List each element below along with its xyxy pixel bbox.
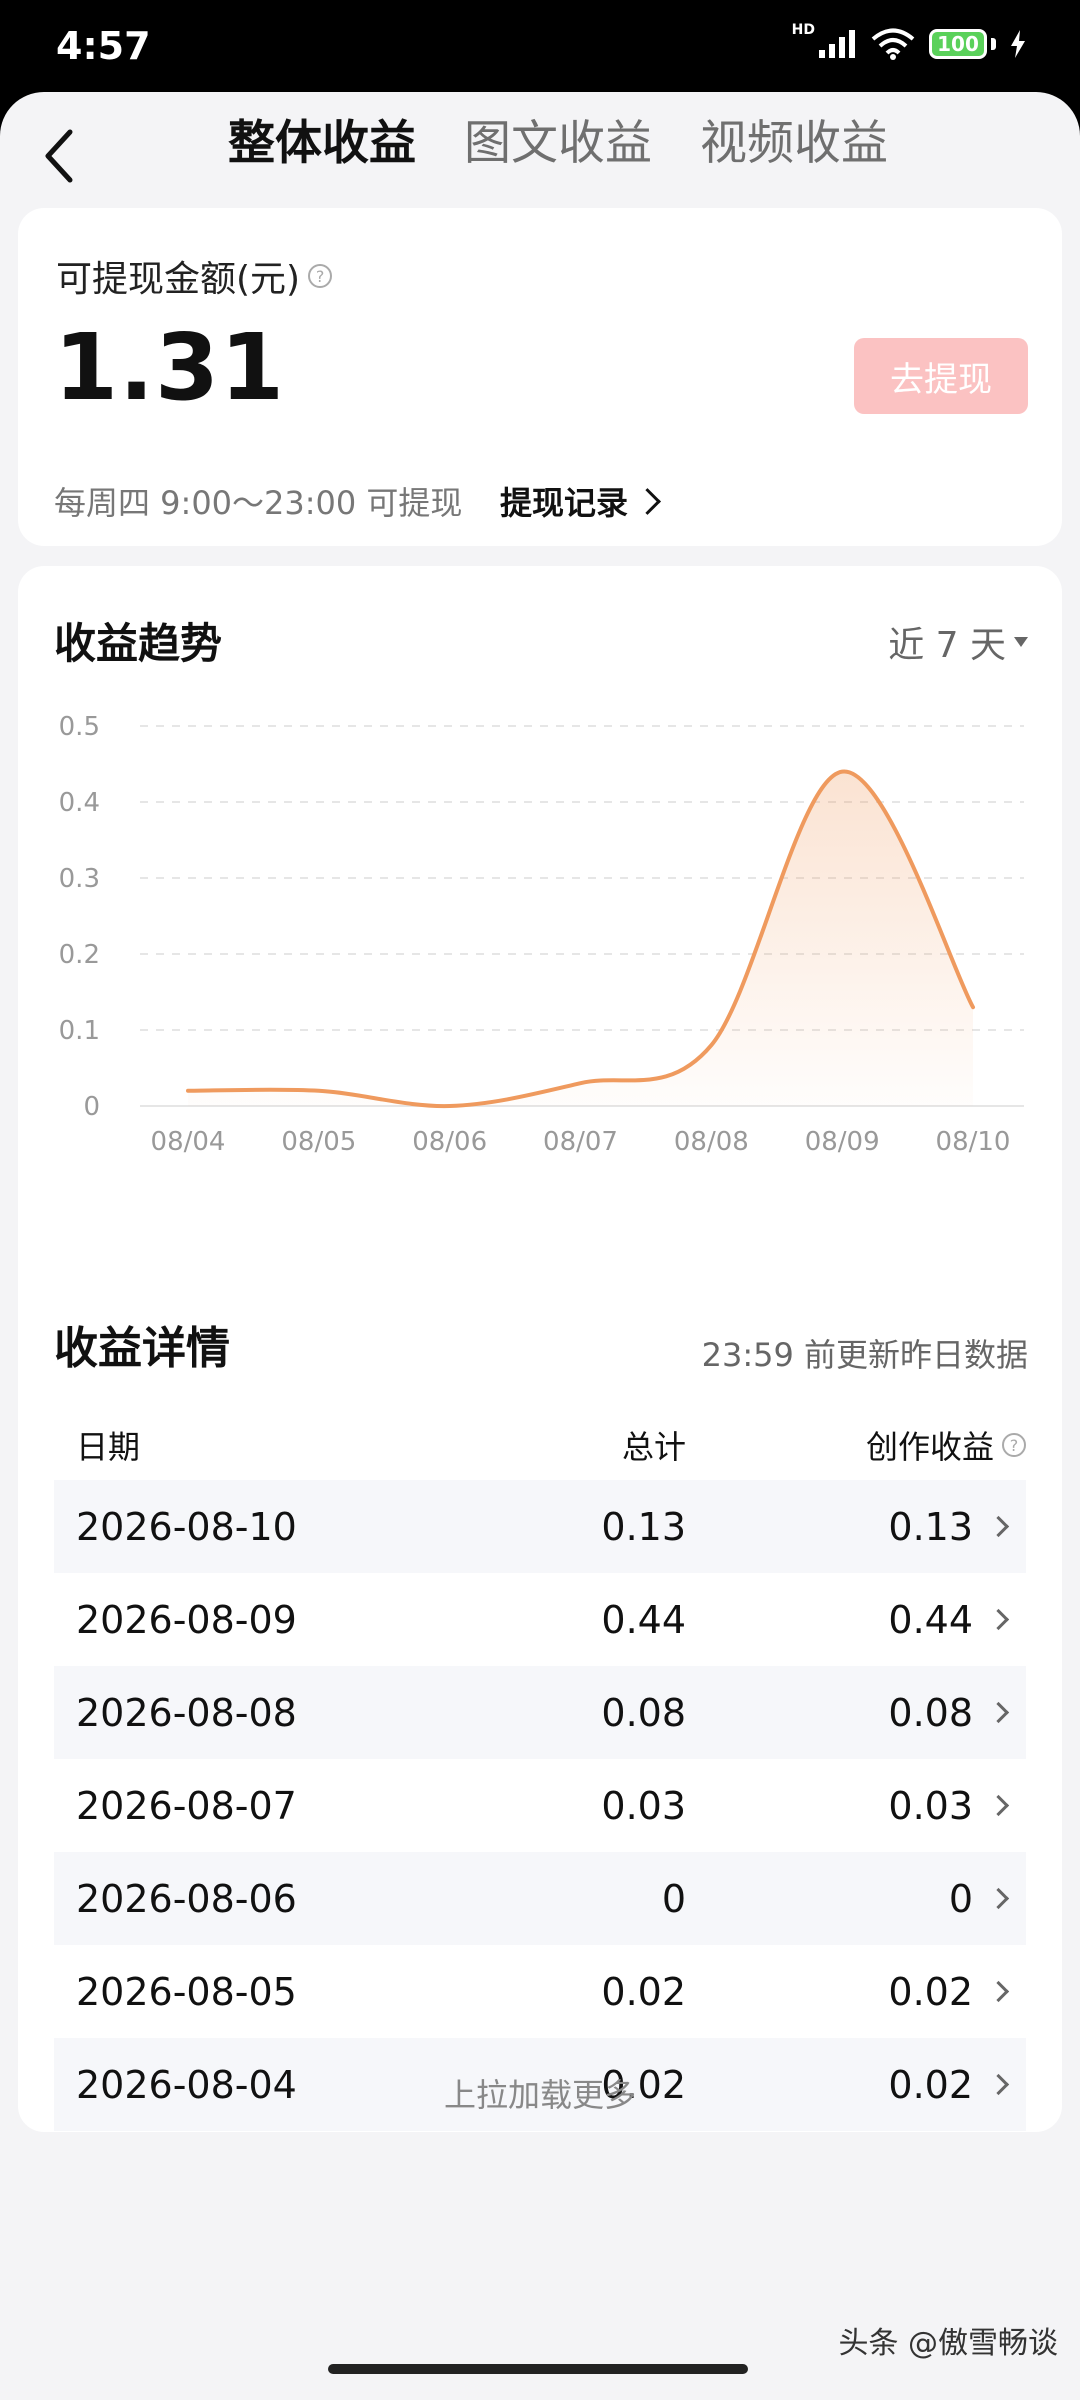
chevron-right-icon — [987, 1794, 1010, 1817]
watermark: 头条 @傲雪畅谈 — [838, 2326, 1058, 2361]
x-tick-label: 08/08 — [674, 1127, 749, 1156]
row-create-value: 0.02 — [888, 1969, 973, 2014]
help-icon[interactable]: ? — [1002, 1433, 1026, 1457]
withdraw-records-link[interactable]: 提现记录 — [500, 478, 661, 524]
row-date: 2026-08-06 — [76, 1876, 297, 1921]
withdraw-button[interactable]: 去提现 — [854, 338, 1028, 414]
x-tick-label: 08/05 — [281, 1127, 356, 1156]
status-time: 4:57 — [56, 24, 151, 68]
table-row[interactable]: 2026-08-05 0.02 0.02 — [54, 1945, 1026, 2038]
row-create: 0.44 — [686, 1598, 1026, 1642]
row-date: 2026-08-05 — [76, 1969, 297, 2014]
tab-article[interactable]: 图文收益 — [464, 104, 652, 173]
x-tick-label: 08/06 — [412, 1127, 487, 1156]
row-create: 0.03 — [686, 1784, 1026, 1828]
table-row[interactable]: 2026-08-09 0.44 0.44 — [54, 1573, 1026, 1666]
row-date: 2026-08-08 — [76, 1690, 297, 1735]
header-create-label: 创作收益 — [865, 1428, 994, 1466]
table-header: 日期 总计 创作收益 ? — [54, 1410, 1026, 1480]
y-tick-label: 0.4 — [59, 788, 100, 818]
row-date: 2026-08-09 — [76, 1597, 297, 1642]
withdraw-label: 可提现金额(元) ? — [56, 250, 333, 302]
header-total: 总计 — [621, 1428, 686, 1466]
withdraw-card: 可提现金额(元) ? 1.31 去提现 每周四 9:00～23:00 可提现 提… — [18, 208, 1062, 546]
battery-cap — [991, 38, 996, 50]
battery-icon: 100 — [929, 29, 987, 59]
table-row[interactable]: 2026-08-07 0.03 0.03 — [54, 1759, 1026, 1852]
row-create-value: 0.44 — [888, 1597, 973, 1642]
row-create: 0.13 — [686, 1505, 1026, 1549]
tab-bar: 整体收益 图文收益 视频收益 — [228, 104, 888, 173]
x-tick-label: 08/09 — [805, 1127, 880, 1156]
withdraw-schedule: 每周四 9:00～23:00 可提现 — [54, 484, 463, 522]
withdraw-amount: 1.31 — [54, 314, 285, 421]
hd-label: HD — [791, 22, 815, 38]
y-tick-label: 0 — [83, 1092, 100, 1122]
table-row[interactable]: 2026-08-06 0 0 — [54, 1852, 1026, 1945]
x-tick-label: 08/07 — [543, 1127, 618, 1156]
chevron-right-icon — [987, 1980, 1010, 2003]
chevron-right-icon — [987, 1515, 1010, 1538]
row-create-value: 0.08 — [888, 1690, 973, 1735]
load-more-hint: 上拉加载更多 — [443, 2076, 636, 2114]
row-total: 0 — [661, 1876, 686, 1921]
chevron-right-icon — [987, 1701, 1010, 1724]
row-total: 0.02 — [601, 1969, 686, 2014]
update-note: 23:59 前更新昨日数据 — [701, 1336, 1028, 1374]
tab-video[interactable]: 视频收益 — [700, 104, 888, 173]
trend-chart: 0 0.1 0.2 0.3 0.4 0.5 08/04 08/05 08/06 08/07 08/0… — [59, 712, 1024, 1156]
y-tick-label: 0.2 — [59, 940, 100, 970]
row-total: 0.13 — [601, 1504, 686, 1549]
back-arrow-icon[interactable] — [36, 120, 96, 190]
x-tick-label: 08/04 — [151, 1127, 226, 1156]
tab-overall[interactable]: 整体收益 — [228, 104, 416, 173]
row-create-value: 0.03 — [888, 1783, 973, 1828]
row-create: 0 — [686, 1877, 1026, 1921]
top-nav: 整体收益 图文收益 视频收益 — [0, 92, 1080, 202]
series-area — [188, 771, 973, 1107]
signal-icon — [819, 30, 855, 58]
status-icons: HD 100 — [792, 22, 1026, 60]
wifi-icon — [871, 28, 915, 60]
details-card: 收益详情 23:59 前更新昨日数据 日期 总计 创作收益 ? 2026-08-… — [18, 1270, 1062, 2132]
row-date: 2026-08-07 — [76, 1783, 297, 1828]
details-table: 日期 总计 创作收益 ? 2026-08-10 0.13 0.13 2026-0… — [54, 1410, 1026, 2131]
header-date: 日期 — [76, 1428, 141, 1466]
table-row[interactable]: 2026-08-10 0.13 0.13 — [54, 1480, 1026, 1573]
trend-card: 收益趋势 近 7 天 0 0.1 0.2 0.3 0.4 0.5 08/04 08/05 08/… — [18, 566, 1062, 1344]
chevron-right-icon — [987, 1887, 1010, 1910]
chevron-right-icon — [634, 487, 661, 515]
app-screen: 整体收益 图文收益 视频收益 可提现金额(元) ? 1.31 去提现 每周四 9… — [0, 92, 1080, 2400]
row-total: 0.08 — [601, 1690, 686, 1735]
range-selector[interactable]: 近 7 天 — [888, 616, 1028, 668]
help-icon[interactable]: ? — [308, 264, 333, 288]
row-date: 2026-08-10 — [76, 1504, 297, 1549]
withdraw-records-label: 提现记录 — [500, 484, 629, 522]
home-indicator[interactable] — [328, 2364, 748, 2374]
y-tick-label: 0.1 — [59, 1016, 100, 1046]
y-tick-label: 0.5 — [59, 712, 100, 742]
trend-title: 收益趋势 — [54, 619, 223, 668]
header-create: 创作收益 ? — [686, 1422, 1026, 1468]
details-title: 收益详情 — [54, 1323, 230, 1374]
charging-icon — [1011, 30, 1025, 58]
x-tick-label: 08/10 — [936, 1127, 1011, 1156]
range-label: 近 7 天 — [888, 625, 1006, 666]
dropdown-icon — [1014, 637, 1028, 647]
withdraw-label-text: 可提现金额(元) — [56, 259, 301, 300]
row-create: 0.08 — [686, 1691, 1026, 1735]
y-tick-label: 0.3 — [59, 864, 100, 894]
table-row[interactable]: 2026-08-08 0.08 0.08 — [54, 1666, 1026, 1759]
row-create-value: 0.13 — [888, 1504, 973, 1549]
row-total: 0.03 — [601, 1783, 686, 1828]
chevron-right-icon — [987, 1608, 1010, 1631]
row-create-value: 0 — [948, 1876, 973, 1921]
status-bar: 4:57 HD 100 — [0, 0, 1080, 92]
row-total: 0.44 — [601, 1597, 686, 1642]
row-create: 0.02 — [686, 1970, 1026, 2014]
